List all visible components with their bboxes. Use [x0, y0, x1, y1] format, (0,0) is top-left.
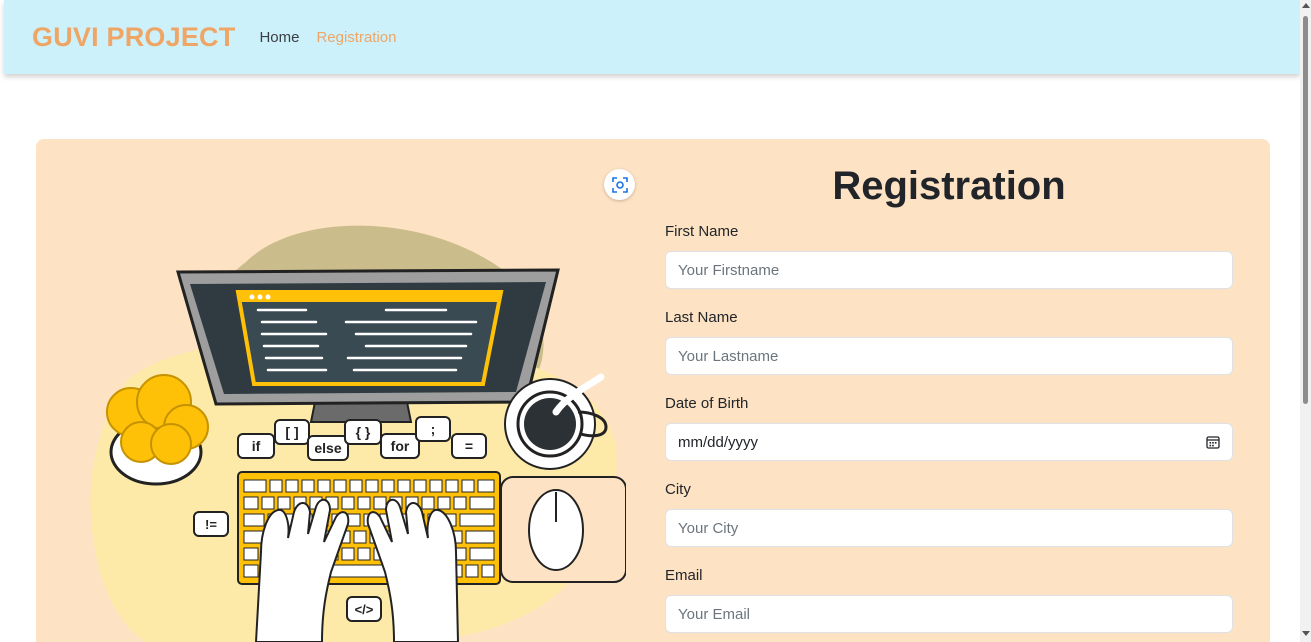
calendar-icon[interactable] — [1206, 435, 1220, 449]
city-label: City — [665, 481, 691, 498]
coding-illustration: if [ ] else { } for ; = != </> — [90, 225, 626, 642]
svg-text:else: else — [314, 440, 341, 456]
code-bubble-semicolon: ; — [415, 416, 451, 442]
form-title: Registration — [832, 164, 1066, 208]
nav-link-home[interactable]: Home — [259, 29, 299, 46]
code-bubble-for: for — [380, 433, 420, 459]
code-bubble-equals: = — [451, 433, 487, 459]
last-name-input[interactable] — [665, 337, 1233, 375]
scrollbar-thumb[interactable] — [1303, 16, 1308, 404]
svg-text:=: = — [465, 438, 473, 454]
navbar: GUVI PROJECT Home Registration — [4, 0, 1300, 74]
code-bubble-braces: { } — [344, 419, 382, 445]
code-bubble-not-equals: != — [193, 511, 229, 537]
svg-text:;: ; — [431, 421, 436, 437]
date-placeholder: mm/dd/yyyy — [678, 433, 759, 451]
page-scrollbar[interactable] — [1300, 0, 1311, 642]
svg-text:[ ]: [ ] — [285, 424, 298, 440]
nav-link-registration[interactable]: Registration — [316, 29, 396, 46]
scroll-down-arrow-icon[interactable] — [1302, 631, 1310, 636]
svg-text:</>: </> — [355, 602, 374, 617]
code-bubble-else: else — [307, 435, 349, 461]
code-bubble-tag: </> — [346, 596, 382, 622]
svg-text:if: if — [252, 438, 261, 454]
code-bubble-brackets: [ ] — [274, 419, 310, 445]
first-name-input[interactable] — [665, 251, 1233, 289]
date-of-birth-label: Date of Birth — [665, 395, 749, 412]
first-name-label: First Name — [665, 223, 739, 240]
city-input[interactable] — [665, 509, 1233, 547]
svg-text:{ }: { } — [356, 424, 371, 440]
email-input[interactable] — [665, 595, 1233, 633]
svg-text:!=: != — [205, 517, 217, 532]
email-label: Email — [665, 567, 703, 584]
brand-logo[interactable]: GUVI PROJECT — [32, 22, 235, 53]
scan-button[interactable] — [604, 169, 635, 200]
scroll-up-arrow-icon[interactable] — [1302, 3, 1310, 8]
last-name-label: Last Name — [665, 309, 738, 326]
code-bubble-if: if — [237, 433, 275, 459]
scan-icon — [611, 176, 628, 193]
date-of-birth-input[interactable]: mm/dd/yyyy — [665, 423, 1233, 461]
svg-text:for: for — [391, 438, 410, 454]
